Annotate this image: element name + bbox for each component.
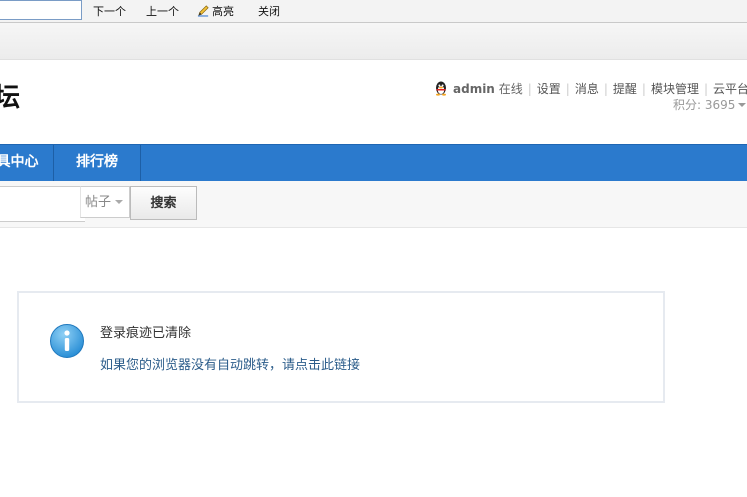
highlight-button[interactable]: 高亮 (197, 3, 234, 19)
find-close-button[interactable]: 关闭 (258, 3, 280, 19)
chevron-down-icon (738, 103, 747, 107)
redirect-link[interactable]: 如果您的浏览器没有自动跳转，请点击此链接 (100, 354, 360, 373)
message-box: 登录痕迹已清除 如果您的浏览器没有自动跳转，请点击此链接 (17, 291, 665, 403)
cloud-platform-link[interactable]: 云平台 (713, 82, 747, 96)
qq-penguin-icon (436, 81, 446, 96)
find-prev-button[interactable]: 上一个 (146, 3, 179, 19)
site-header: 坛 admin 在线 | 设置 | 消息 | 提醒 | 模块管理 | 云平台 积分: 3695 (0, 60, 747, 144)
top-strip (0, 23, 747, 60)
nav-item-tools-center[interactable]: 具中心 (0, 145, 53, 181)
find-bar: 下一个 上一个 高亮 关闭 (0, 0, 747, 23)
search-input[interactable] (0, 186, 85, 222)
notifications-link[interactable]: 提醒 (613, 82, 637, 96)
username-link[interactable]: admin (453, 82, 495, 96)
search-type-select[interactable]: 帖子 (80, 186, 130, 218)
main-nav: 具中心 排行榜 (0, 144, 747, 181)
online-status: 在线 (498, 82, 523, 96)
nav-item-ranking[interactable]: 排行榜 (54, 145, 140, 181)
message-title: 登录痕迹已清除 (100, 326, 192, 341)
site-logo[interactable]: 坛 (0, 77, 20, 114)
search-bar: 帖子 搜索 (0, 181, 747, 228)
search-button[interactable]: 搜索 (130, 186, 197, 220)
pencil-icon (197, 5, 209, 17)
user-menu: admin 在线 | 设置 | 消息 | 提醒 | 模块管理 | 云平台 (433, 80, 747, 97)
find-next-button[interactable]: 下一个 (93, 3, 126, 19)
points-label: 积分: 3695 (673, 98, 736, 112)
nav-divider (140, 145, 141, 181)
messages-link[interactable]: 消息 (575, 82, 599, 96)
find-input[interactable] (0, 0, 82, 20)
search-type-label: 帖子 (85, 195, 112, 210)
settings-link[interactable]: 设置 (537, 82, 561, 96)
chevron-down-icon (115, 200, 124, 204)
highlight-label: 高亮 (212, 5, 234, 18)
info-icon (50, 324, 84, 358)
points-dropdown[interactable]: 积分: 3695 (673, 96, 747, 113)
module-admin-link[interactable]: 模块管理 (651, 82, 699, 96)
